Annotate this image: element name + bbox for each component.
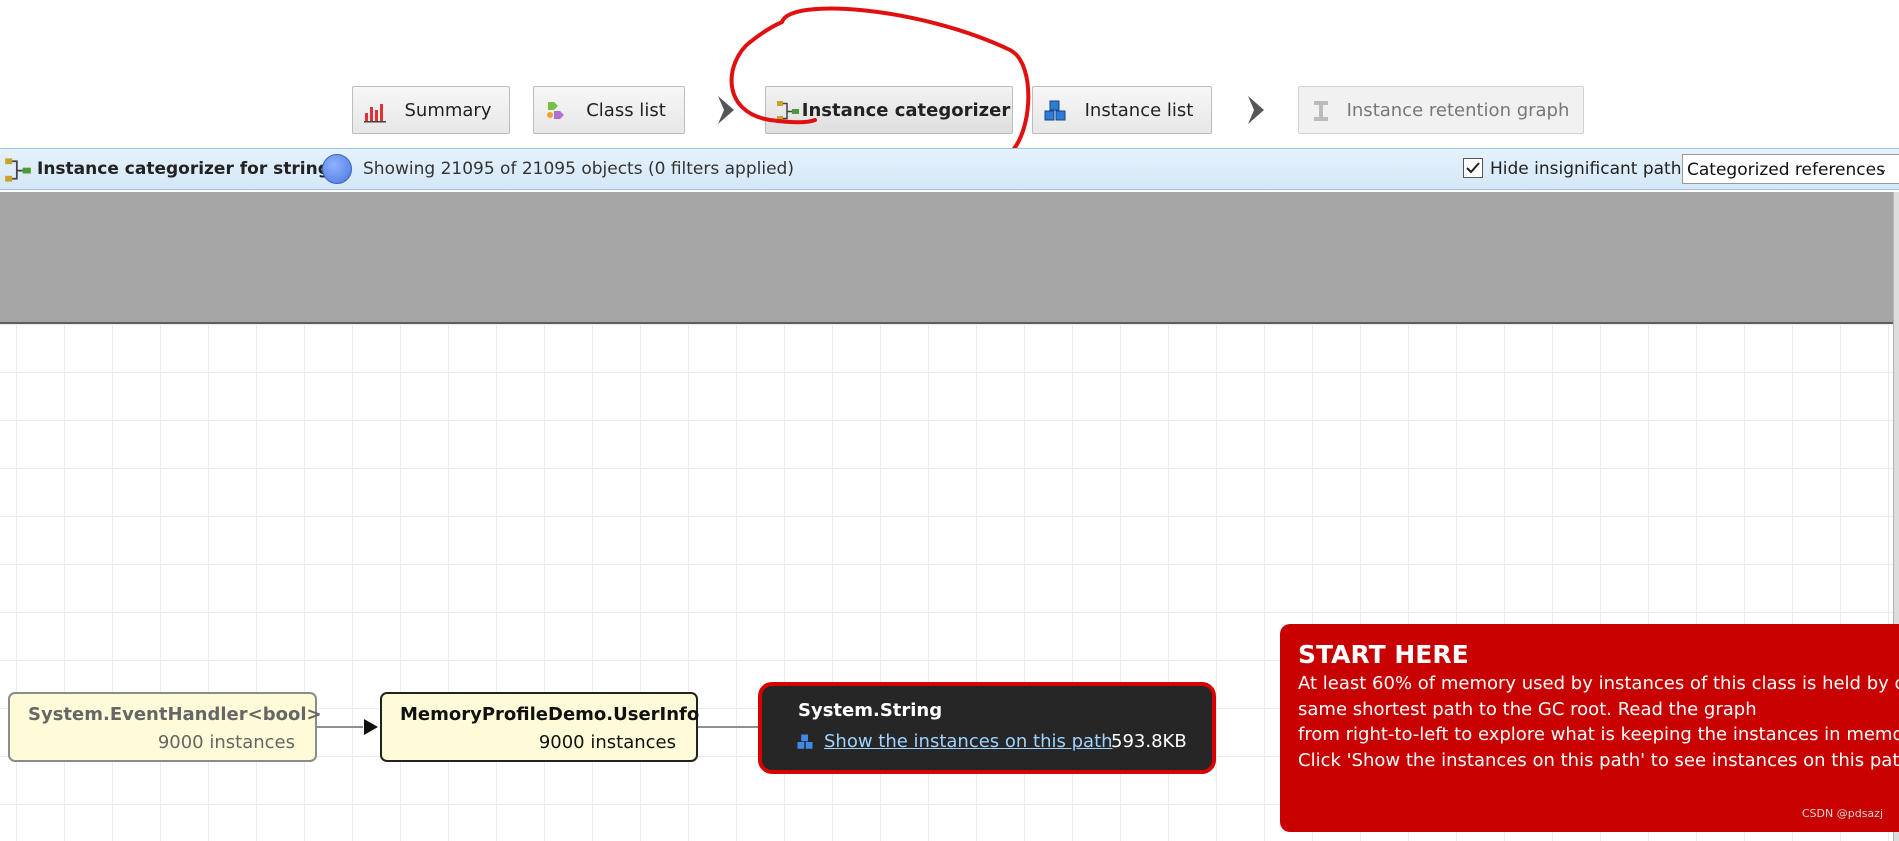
- graph-edge: [317, 726, 363, 728]
- graph-node-system-string[interactable]: System.String Show the instances on this…: [758, 682, 1216, 774]
- checkmark-icon: [1466, 162, 1480, 174]
- start-here-line: Click 'Show the instances on this path' …: [1298, 749, 1899, 771]
- start-here-text: At least 60% of memory used by instances…: [1298, 671, 1899, 773]
- edge-arrowhead: [364, 719, 378, 735]
- start-here-heading: START HERE: [1298, 640, 1469, 669]
- node-instance-count: 9000 instances: [157, 732, 295, 753]
- start-here-panel: START HERE At least 60% of memory used b…: [1280, 624, 1899, 832]
- start-here-line: same shortest path to the GC root. Read …: [1298, 698, 1757, 720]
- watermark: CSDN @pdsazj: [1801, 807, 1883, 820]
- filter-status-icon[interactable]: [322, 154, 352, 184]
- chevron-down-icon: ⌄: [1877, 162, 1888, 177]
- chevron-right-icon: [1248, 96, 1264, 124]
- summary-button[interactable]: Summary: [352, 86, 510, 134]
- navigation-toolbar: Summary Class list Instance categorizer …: [0, 0, 1899, 167]
- categorizer-header: Instance categorizer for string Showing …: [0, 148, 1899, 190]
- graph-edge: [698, 726, 758, 728]
- graph-overview-strip: [0, 192, 1894, 324]
- start-here-line: At least 60% of memory used by instances…: [1298, 673, 1899, 694]
- instance-categorizer-button[interactable]: Instance categorizer: [765, 86, 1013, 134]
- summary-label: Summary: [404, 99, 492, 121]
- page-title: Instance categorizer for string: [37, 159, 330, 179]
- categorizer-icon: [5, 158, 31, 182]
- instance-list-label: Instance list: [1084, 99, 1194, 121]
- chevron-right-icon: [718, 96, 734, 124]
- class-list-label: Class list: [586, 99, 666, 121]
- show-instances-link[interactable]: Show the instances on this path: [824, 731, 1113, 752]
- class-list-button[interactable]: Class list: [533, 86, 685, 134]
- instance-list-button[interactable]: Instance list: [1032, 86, 1212, 134]
- node-size: 593.8KB: [1111, 731, 1187, 752]
- view-mode-select[interactable]: Categorized references ⌄: [1682, 154, 1899, 184]
- instance-retention-graph-label: Instance retention graph: [1346, 99, 1570, 121]
- cubes-icon: [797, 734, 813, 749]
- node-name: System.EventHandler<bool>: [28, 704, 322, 725]
- view-mode-value: Categorized references: [1687, 160, 1885, 180]
- instance-categorizer-label: Instance categorizer: [801, 99, 1011, 121]
- graph-node-eventhandler[interactable]: System.EventHandler<bool> 9000 instances: [8, 692, 322, 762]
- start-here-line: from right-to-left to explore what is ke…: [1298, 724, 1899, 745]
- graph-node-userinfo[interactable]: MemoryProfileDemo.UserInfo 9000 instance…: [380, 692, 700, 762]
- hide-insignificant-paths-label: Hide insignificant paths: [1490, 159, 1691, 179]
- hide-insignificant-paths-checkbox[interactable]: [1463, 158, 1483, 178]
- node-instance-count: 9000 instances: [538, 732, 676, 753]
- node-name: System.String: [798, 700, 943, 721]
- node-name: MemoryProfileDemo.UserInfo: [400, 704, 700, 725]
- object-count-status: Showing 21095 of 21095 objects (0 filter…: [363, 159, 794, 179]
- instance-retention-graph-button[interactable]: Instance retention graph: [1298, 86, 1584, 134]
